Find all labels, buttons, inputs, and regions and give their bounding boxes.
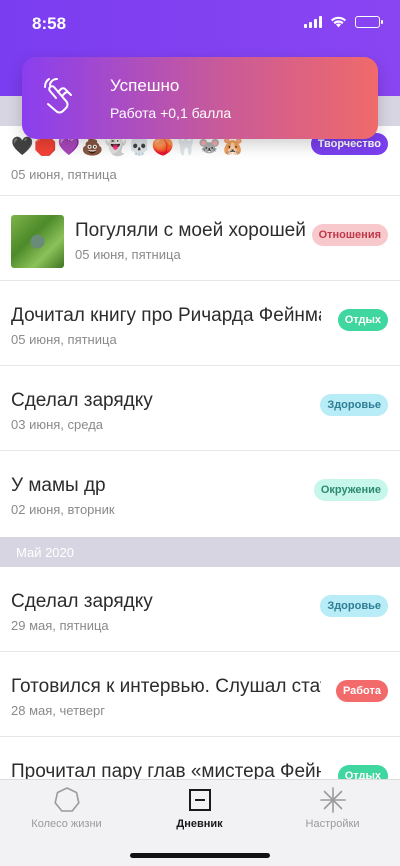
tab-label: Настройки bbox=[305, 818, 360, 830]
entry-photo bbox=[11, 215, 64, 268]
entry-date: 05 июня, пятница bbox=[11, 332, 117, 347]
status-time: 8:58 bbox=[32, 14, 67, 33]
status-bar: 8:58 bbox=[0, 0, 400, 48]
entry-date: 05 июня, пятница bbox=[11, 167, 117, 182]
entry-emoji: 🖤🛑💜💩👻💀🍑🦷🐭🐹 bbox=[11, 136, 246, 156]
list-item[interactable]: Сделал зарядку 03 июня, среда Здоровье bbox=[0, 366, 400, 451]
list-item[interactable]: Дочитал книгу про Ричарда Фейнмана 05 ию… bbox=[0, 281, 400, 366]
tag-badge: Окружение bbox=[313, 479, 388, 501]
tag-badge: Отношения bbox=[311, 224, 388, 246]
section-header: Май 2020 bbox=[0, 537, 400, 567]
tag-badge: Работа bbox=[335, 680, 388, 702]
entry-date: 29 мая, пятница bbox=[11, 618, 109, 633]
success-toast[interactable]: Успешно Работа +0,1 балла bbox=[22, 57, 378, 139]
entry-title: У мамы др bbox=[11, 475, 106, 496]
tag-badge: Здоровье bbox=[320, 394, 388, 416]
list-item[interactable]: Сделал зарядку 29 мая, пятница Здоровье bbox=[0, 567, 400, 652]
status-icons bbox=[304, 16, 383, 28]
tag-badge: Здоровье bbox=[320, 595, 388, 617]
tag-badge: Отдых bbox=[337, 765, 388, 779]
entry-date: 28 мая, четверг bbox=[11, 703, 105, 718]
section-label: Май 2020 bbox=[16, 545, 74, 560]
entry-date: 02 июня, вторник bbox=[11, 502, 115, 517]
entry-title: Сделал зарядку bbox=[11, 591, 153, 612]
diary-list[interactable]: 🖤🛑💜💩👻💀🍑🦷🐭🐹 05 июня, пятница Творчество П… bbox=[0, 126, 400, 779]
tab-diary[interactable]: Дневник bbox=[133, 786, 266, 830]
list-item[interactable]: Готовился к интервью. Слушал статьи 28 м… bbox=[0, 652, 400, 737]
list-item[interactable]: Погуляли с моей хорошей 05 июня, пятница… bbox=[0, 196, 400, 281]
home-indicator bbox=[130, 853, 270, 858]
entry-title: Сделал зарядку bbox=[11, 390, 153, 411]
toast-title: Успешно bbox=[110, 76, 180, 95]
signal-icon bbox=[304, 16, 322, 28]
diary-icon bbox=[188, 789, 211, 811]
toast-text: Работа +0,1 балла bbox=[110, 105, 232, 121]
tab-settings[interactable]: Настройки bbox=[266, 786, 399, 830]
tab-life-wheel[interactable]: Колесо жизни bbox=[0, 786, 133, 830]
entry-date: 05 июня, пятница bbox=[75, 247, 181, 262]
tag-badge: Отдых bbox=[337, 309, 388, 331]
asterisk-icon bbox=[319, 787, 346, 813]
entry-title: Готовился к интервью. Слушал статьи bbox=[11, 676, 321, 697]
entry-title: Погуляли с моей хорошей bbox=[75, 220, 305, 241]
list-item[interactable]: Прочитал пару глав «мистера Фейнмана» От… bbox=[0, 737, 400, 779]
tab-label: Дневник bbox=[176, 818, 223, 830]
heptagon-icon bbox=[53, 787, 80, 812]
entry-title: Прочитал пару глав «мистера Фейнмана» bbox=[11, 761, 321, 779]
list-item[interactable]: У мамы др 02 июня, вторник Окружение bbox=[0, 451, 400, 536]
battery-icon bbox=[355, 16, 383, 28]
tab-label: Колесо жизни bbox=[31, 818, 102, 830]
hand-tap-icon bbox=[44, 78, 72, 114]
entry-title: Дочитал книгу про Ричарда Фейнмана bbox=[11, 305, 321, 326]
entry-date: 03 июня, среда bbox=[11, 417, 104, 432]
wifi-icon bbox=[331, 16, 346, 28]
